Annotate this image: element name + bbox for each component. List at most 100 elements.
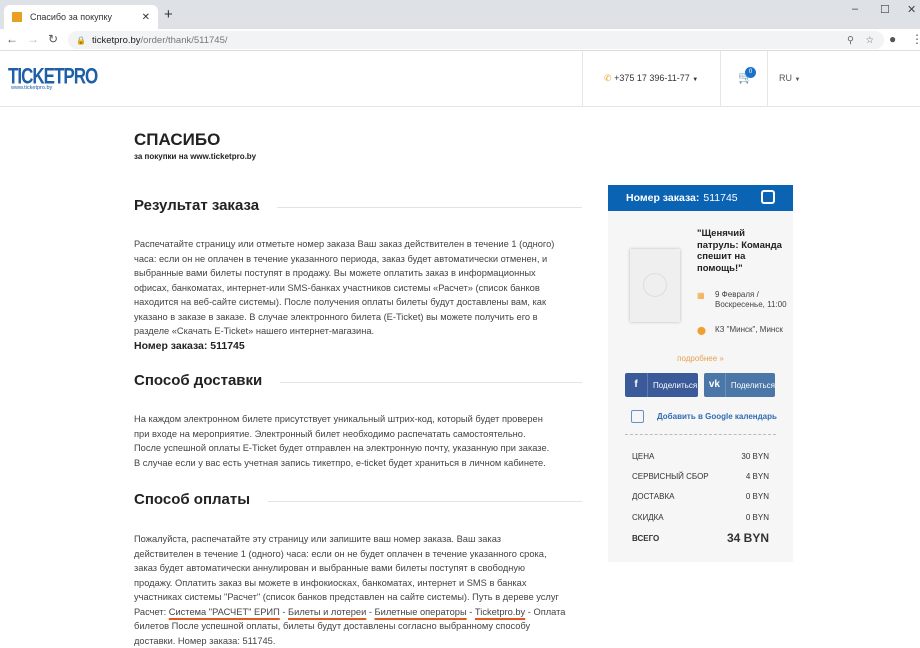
order-number: Номер заказа: 511745 <box>134 340 245 352</box>
order-label: Номер заказа: <box>626 192 699 204</box>
url-path: /order/thank/511745/ <box>141 35 228 46</box>
event-date: 9 Февраля / Воскресенье, 11:00 <box>715 290 790 310</box>
path-sep: - <box>366 607 374 617</box>
url-input[interactable]: 🔒 ticketpro.by/order/thank/511745/ ⚲ ☆ <box>68 31 884 49</box>
share-facebook-button[interactable]: fПоделиться <box>625 373 698 397</box>
text-line: указано в заказе в заказе. В случае элек… <box>134 310 584 325</box>
row-label: СКИДКА <box>632 513 664 522</box>
share-label: Поделиться <box>726 381 775 390</box>
path-sep: - <box>280 607 288 617</box>
row-label: ДОСТАВКА <box>632 492 674 501</box>
text-line: заказ будет автоматически аннулирован и … <box>134 561 584 576</box>
address-bar-row: ← → ↻ 🔒 ticketpro.by/order/thank/511745/ … <box>0 29 920 51</box>
text-line: доставки. Номер заказа: 511745. <box>134 634 584 648</box>
tab-title: Спасибо за покупку <box>30 12 112 22</box>
text-line: билетов После успешной оплаты, билеты бу… <box>134 619 584 634</box>
divider <box>767 51 768 107</box>
close-tab-icon[interactable]: ✕ <box>142 12 150 23</box>
language-label: RU <box>779 73 792 83</box>
browser-tab[interactable]: Спасибо за покупку ✕ <box>4 5 158 29</box>
google-calendar-link[interactable]: Добавить в Google календарь <box>657 412 777 421</box>
new-tab-button[interactable]: + <box>164 6 173 23</box>
language-dropdown[interactable]: RU ▼ <box>779 73 800 83</box>
minimize-button[interactable]: – <box>852 3 858 15</box>
reload-icon[interactable]: ↻ <box>48 32 58 46</box>
payment-path: Расчет: Система "РАСЧЕТ" ЕРИП - Билеты и… <box>134 605 584 620</box>
event-venue: КЗ "Минск", Минск <box>715 325 790 335</box>
path-sep: - <box>467 607 475 617</box>
path-suffix: - Оплата <box>525 607 565 617</box>
path-step[interactable]: Система "РАСЧЕТ" ЕРИП <box>169 607 280 617</box>
path-step[interactable]: Ticketpro.by <box>475 607 525 617</box>
share-vk-button[interactable]: vkПоделиться <box>704 373 775 397</box>
placeholder-icon <box>643 273 667 297</box>
phone-number: +375 17 396-11-77 <box>614 73 690 83</box>
row-label: ЦЕНА <box>632 452 654 461</box>
lock-icon: 🔒 <box>76 36 86 45</box>
heading-text: Способ оплаты <box>134 491 250 508</box>
row-value: 34 BYN <box>727 531 769 545</box>
path-step[interactable]: Билетные операторы <box>375 607 467 617</box>
delivery-row: ДОСТАВКА 0 BYN <box>632 492 769 501</box>
price-row: ЦЕНА30 BYN <box>632 452 769 461</box>
order-number: 511745 <box>703 192 737 204</box>
row-label: ВСЕГО <box>632 534 659 543</box>
more-link[interactable]: подробнее » <box>608 354 793 363</box>
result-text: Распечатайте страницу или отметьте номер… <box>134 237 584 353</box>
divider <box>582 51 583 107</box>
url-host: ticketpro.by <box>92 35 141 46</box>
path-prefix: Расчет: <box>134 607 169 617</box>
text-line: офисах, банкоматах, интернет-или SMS-бан… <box>134 281 584 296</box>
result-heading: Результат заказа <box>134 197 582 214</box>
chevron-down-icon: ▼ <box>692 77 698 83</box>
logo-subtitle: www.ticketpro.by <box>11 85 52 91</box>
path-step[interactable]: Билеты и лотереи <box>288 607 366 617</box>
text-line: при входе на мероприятие. Электронный би… <box>134 427 584 442</box>
vk-icon: vk <box>704 373 726 397</box>
text-line: Пожалуйста, распечатайте эту страницу ил… <box>134 532 584 547</box>
menu-icon[interactable]: ⋮ <box>911 32 920 46</box>
calendar-icon: ▦ <box>697 291 705 300</box>
text-line: находится на веб-сайте системы). После п… <box>134 295 584 310</box>
phone-icon: ✆ <box>604 73 612 83</box>
maximize-button[interactable]: ☐ <box>880 3 890 16</box>
text-line: В случае если у вас есть учетная запись … <box>134 456 584 471</box>
forward-icon[interactable]: → <box>27 32 39 46</box>
back-icon[interactable]: ← <box>6 32 18 46</box>
location-icon: ⬤ <box>697 326 706 335</box>
zoom-icon[interactable]: ⚲ <box>847 35 854 46</box>
row-label: СЕРВИСНЫЙ СБОР <box>632 472 709 481</box>
close-window-button[interactable]: ✕ <box>907 3 916 16</box>
calendar-icon[interactable] <box>631 410 644 423</box>
row-value: 4 BYN <box>746 472 769 481</box>
text-line: Распечатайте страницу или отметьте номер… <box>134 237 584 252</box>
cart-count-badge: 0 <box>745 67 756 78</box>
event-poster <box>630 249 680 322</box>
total-row: ВСЕГО 34 BYN <box>632 531 769 545</box>
text-line: часа: если он не оплачен в течение указа… <box>134 252 584 267</box>
delivery-heading: Способ доставки <box>134 372 582 389</box>
star-icon[interactable]: ☆ <box>865 35 874 46</box>
phone-dropdown[interactable]: ✆ +375 17 396-11-77 ▼ <box>604 73 698 84</box>
row-value: 0 BYN <box>746 492 769 501</box>
heading-text: Способ доставки <box>134 372 262 389</box>
facebook-icon: f <box>625 373 648 397</box>
favicon-icon <box>12 12 22 22</box>
divider <box>625 434 776 435</box>
discount-row: СКИДКА0 BYN <box>632 513 769 522</box>
heading-text: Результат заказа <box>134 197 259 214</box>
profile-icon[interactable]: ● <box>889 32 896 46</box>
text-line: После успешной оплаты E-Ticket будет отп… <box>134 441 584 456</box>
page-subtitle: за покупки на www.ticketpro.by <box>134 152 256 161</box>
text-line: продажу. Оплатить заказ вы можете в инфо… <box>134 576 584 591</box>
divider <box>720 51 721 107</box>
event-title[interactable]: "Щенячий патруль: Команда спешит на помо… <box>697 228 787 274</box>
divider <box>280 382 582 383</box>
text-line: На каждом электронном билете присутствуе… <box>134 412 584 427</box>
text-line: выбранные вами билеты поступят в продажу… <box>134 266 584 281</box>
text-line: разделе «Скачать E-Ticket» нашего интерн… <box>134 324 584 339</box>
print-icon[interactable] <box>761 190 775 204</box>
page-title: СПАСИБО <box>134 130 220 150</box>
chevron-down-icon: ▼ <box>795 77 801 83</box>
divider <box>268 501 582 502</box>
